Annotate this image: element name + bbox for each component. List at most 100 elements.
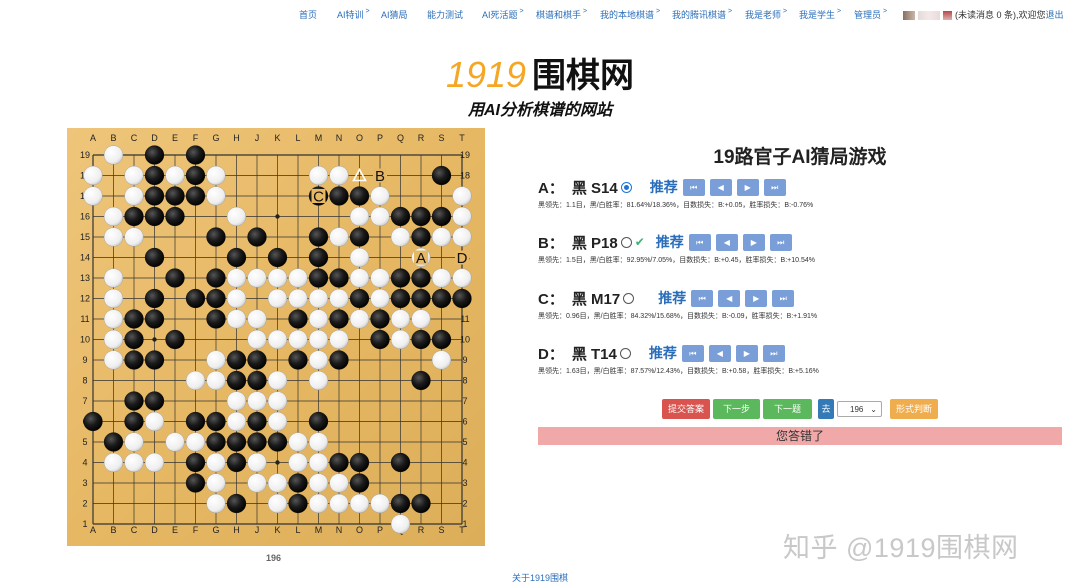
white-stone [267, 391, 288, 411]
option-c: C： 黑 M17 推荐 ⏮ ◀ ▶ ⏭ 黑领先：0.96目，黑/白胜率：84.32%/15.6… [538, 287, 1062, 321]
white-stone [370, 186, 390, 206]
option-radio[interactable] [619, 347, 631, 359]
option-stats: 黑领先：1.1目，黑/白胜率：81.64%/18.36%，目数损失：B:+0.0… [538, 202, 814, 209]
option-radio[interactable] [623, 292, 635, 304]
watermark: 知乎 @1919围棋网 [783, 533, 1019, 563]
nav-item-7[interactable]: 我的腾讯棋谱 ˃ [672, 8, 732, 21]
next-icon[interactable]: ▶ [745, 289, 768, 307]
white-stone [308, 452, 329, 473]
last-icon[interactable]: ⏭ [772, 289, 795, 307]
nav-item-4[interactable]: AI死活题 ˃ [482, 8, 524, 21]
about-link[interactable]: 关于1919围棋 [512, 573, 568, 583]
recommend-link[interactable]: 推荐 [649, 343, 677, 363]
white-stone [103, 350, 124, 370]
unread-text[interactable]: (未读消息 0 条),欢迎您 [955, 10, 1046, 20]
black-stone [390, 452, 411, 473]
option-letter: D： [538, 345, 564, 363]
option-letter: A： [538, 179, 564, 197]
last-icon[interactable]: ⏭ [769, 233, 792, 251]
nav-item-2[interactable]: AI猜局 [381, 8, 408, 21]
check-icon: ✔ [634, 235, 645, 249]
logout-link[interactable]: 退出 [1046, 10, 1064, 20]
result-banner: 您答错了 [538, 427, 1062, 445]
first-icon[interactable]: ⏮ [688, 233, 711, 251]
option-move: 黑 T14 [571, 345, 617, 363]
next-question-button[interactable]: 下一题 [763, 399, 812, 419]
nav-item-8[interactable]: 我是老师 ˃ [745, 8, 787, 21]
prev-icon[interactable]: ◀ [718, 289, 741, 307]
white-stone [308, 432, 329, 452]
white-stone [226, 309, 247, 329]
submit-answer-button[interactable]: 提交答案 [662, 399, 710, 419]
nav-item-5[interactable]: 棋谱和棋手 ˃ [536, 8, 587, 21]
row-label-left: 7 [82, 396, 87, 406]
white-stone [165, 432, 185, 452]
black-stone [411, 227, 431, 247]
black-stone [267, 432, 288, 452]
black-stone [370, 329, 390, 350]
col-label-bottom: K [274, 525, 280, 535]
judge-button[interactable]: 形式判断 [890, 399, 938, 419]
row-label-right: 19 [460, 150, 470, 160]
prev-icon[interactable]: ◀ [708, 344, 731, 362]
nav-item-label: AI特训 [337, 10, 364, 20]
option-radio[interactable] [620, 236, 632, 248]
move-select[interactable]: 196 ⌄ [837, 401, 882, 417]
black-stone [226, 370, 247, 391]
col-label-top: K [274, 133, 280, 143]
col-label-top: G [212, 133, 219, 143]
next-icon[interactable]: ▶ [735, 344, 758, 362]
nav-item-0[interactable]: 首页 [299, 8, 317, 21]
black-stone [185, 186, 206, 206]
star-point [275, 460, 280, 465]
recommend-link[interactable]: 推荐 [656, 232, 684, 252]
row-label-right: 1 [462, 519, 467, 529]
col-label-top: F [193, 133, 199, 143]
prev-icon[interactable]: ◀ [709, 178, 732, 196]
option-move: 黑 S14 [571, 179, 618, 197]
nav-item-3[interactable]: 能力测试 [427, 8, 463, 21]
nav-item-10[interactable]: 管理员 ˃ [854, 8, 887, 21]
black-stone [390, 493, 411, 514]
candidate-label-d: D [457, 250, 468, 267]
recommend-link[interactable]: 推荐 [650, 177, 678, 197]
black-stone [329, 309, 349, 329]
white-stone [308, 473, 329, 493]
next-icon[interactable]: ▶ [736, 178, 759, 196]
first-icon[interactable]: ⏮ [682, 178, 705, 196]
avatar[interactable] [903, 11, 915, 21]
black-stone [185, 473, 206, 493]
row-label-right: 10 [460, 335, 470, 345]
nav-item-1[interactable]: AI特训 ˃ [337, 8, 370, 21]
black-stone [288, 493, 308, 514]
nav-item-9[interactable]: 我是学生 ˃ [799, 8, 841, 21]
black-stone [144, 145, 165, 165]
white-stone [226, 411, 247, 432]
white-stone [329, 329, 349, 350]
nav-item-6[interactable]: 我的本地棋谱 ˃ [600, 8, 660, 21]
first-icon[interactable]: ⏮ [681, 344, 704, 362]
next-step-button[interactable]: 下一步 [713, 399, 760, 419]
go-board[interactable]: AABBCCDDEEFFGGHHJJKKLLMMNNOOPPQQRRSSTT19… [67, 128, 485, 546]
prev-icon[interactable]: ◀ [715, 233, 738, 251]
black-stone [144, 391, 165, 411]
col-label-bottom: E [172, 525, 178, 535]
go-button[interactable]: 去 [818, 399, 834, 419]
first-icon[interactable]: ⏮ [691, 289, 714, 307]
black-stone [288, 350, 308, 370]
last-icon[interactable]: ⏭ [762, 344, 785, 362]
col-label-bottom: A [90, 525, 96, 535]
option-b: B： 黑 P18 ✔ 推荐 ⏮ ◀ ▶ ⏭ 黑领先：1.5目，黑/白胜率：92.95%/7.05… [538, 231, 1062, 265]
col-label-top: T [459, 133, 465, 143]
recommend-link[interactable]: 推荐 [658, 288, 686, 308]
caret-down-icon: ˃ [881, 8, 888, 15]
option-move: 黑 P18 [571, 234, 618, 252]
white-stone [124, 452, 144, 473]
last-icon[interactable]: ⏭ [763, 178, 786, 196]
black-stone [206, 309, 226, 329]
next-icon[interactable]: ▶ [742, 233, 765, 251]
white-stone [288, 268, 308, 288]
site-logo[interactable]: 1919 围棋网 [0, 48, 1080, 97]
option-radio[interactable] [620, 181, 632, 193]
white-stone [103, 145, 124, 165]
